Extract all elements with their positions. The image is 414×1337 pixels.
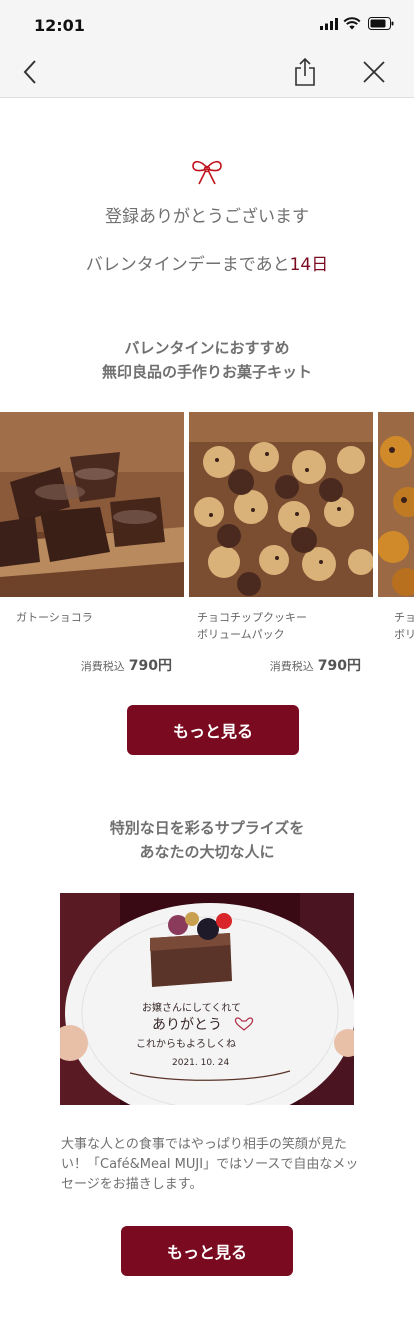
plate-message-line2: ありがとう (152, 1017, 222, 1033)
surprise-description: 大事な人との食事ではやっぱり相手の笑顔が見たい！「Café&Meal MUJI」… (61, 1137, 359, 1192)
share-icon (295, 58, 315, 86)
plate-date: 2021. 10. 24 (172, 1058, 230, 1068)
battery-icon (368, 17, 394, 30)
product-photo-cookies (189, 412, 373, 597)
valentine-countdown: バレンタインデーまであと14日 (0, 250, 414, 275)
plate-message-line1: お嬢さんにしてくれて (142, 1001, 241, 1014)
product-name: チョコチップクッキー ボリュームパック (197, 611, 307, 641)
share-button[interactable] (289, 56, 321, 88)
product-name: チョ ボリ (394, 611, 414, 641)
see-more-products-button[interactable]: もっと見る (127, 705, 299, 755)
signal-icon (320, 18, 338, 30)
product-card[interactable]: チョ ボリ (378, 412, 414, 641)
chevron-left-icon (23, 60, 36, 84)
product-carousel[interactable]: ガトーショコラ 消費税込 790円 チョコチップクッキー ボリュームパック 消費… (0, 412, 414, 682)
surprise-heading-line1: 特別な日を彩るサプライズを (109, 819, 305, 837)
ribbon-bow-icon (192, 160, 222, 185)
recommend-heading-line2: 無印良品の手作りお菓子キット (101, 363, 312, 381)
message-plate-photo: お嬢さんにしてくれて ありがとう これからもよろしくね 2021. 10. 24 (60, 893, 354, 1105)
status-time: 12:01 (34, 16, 85, 35)
surprise-heading-line2: あなたの大切な人に (139, 843, 275, 861)
product-price: 消費税込 790円 (80, 658, 172, 674)
surprise-heading: 特別な日を彩るサプライズを あなたの大切な人に (0, 816, 414, 864)
product-card[interactable]: ガトーショコラ 消費税込 790円 (0, 412, 184, 674)
countdown-days: 14日 (289, 255, 329, 275)
product-photo-gateau (0, 412, 184, 597)
product-card[interactable]: チョコチップクッキー ボリュームパック 消費税込 790円 (189, 412, 373, 674)
plate-message-line3: これからもよろしくね (136, 1038, 236, 1050)
back-button[interactable] (14, 56, 46, 88)
countdown-prefix: バレンタインデーまであと (85, 255, 290, 275)
navigation-bar (0, 46, 414, 98)
close-icon (363, 61, 385, 83)
recommend-heading: バレンタインにおすすめ 無印良品の手作りお菓子キット (0, 336, 414, 384)
see-more-surprise-button[interactable]: もっと見る (121, 1226, 293, 1276)
product-price: 消費税込 790円 (269, 658, 361, 674)
status-bar: 12:01 (0, 0, 414, 46)
wifi-icon (343, 17, 361, 30)
recommend-heading-line1: バレンタインにおすすめ (124, 339, 290, 357)
product-name: ガトーショコラ (16, 611, 93, 624)
close-button[interactable] (358, 56, 390, 88)
product-photo-muffins (378, 412, 414, 597)
registration-thanks-text: 登録ありがとうございます (105, 207, 309, 227)
